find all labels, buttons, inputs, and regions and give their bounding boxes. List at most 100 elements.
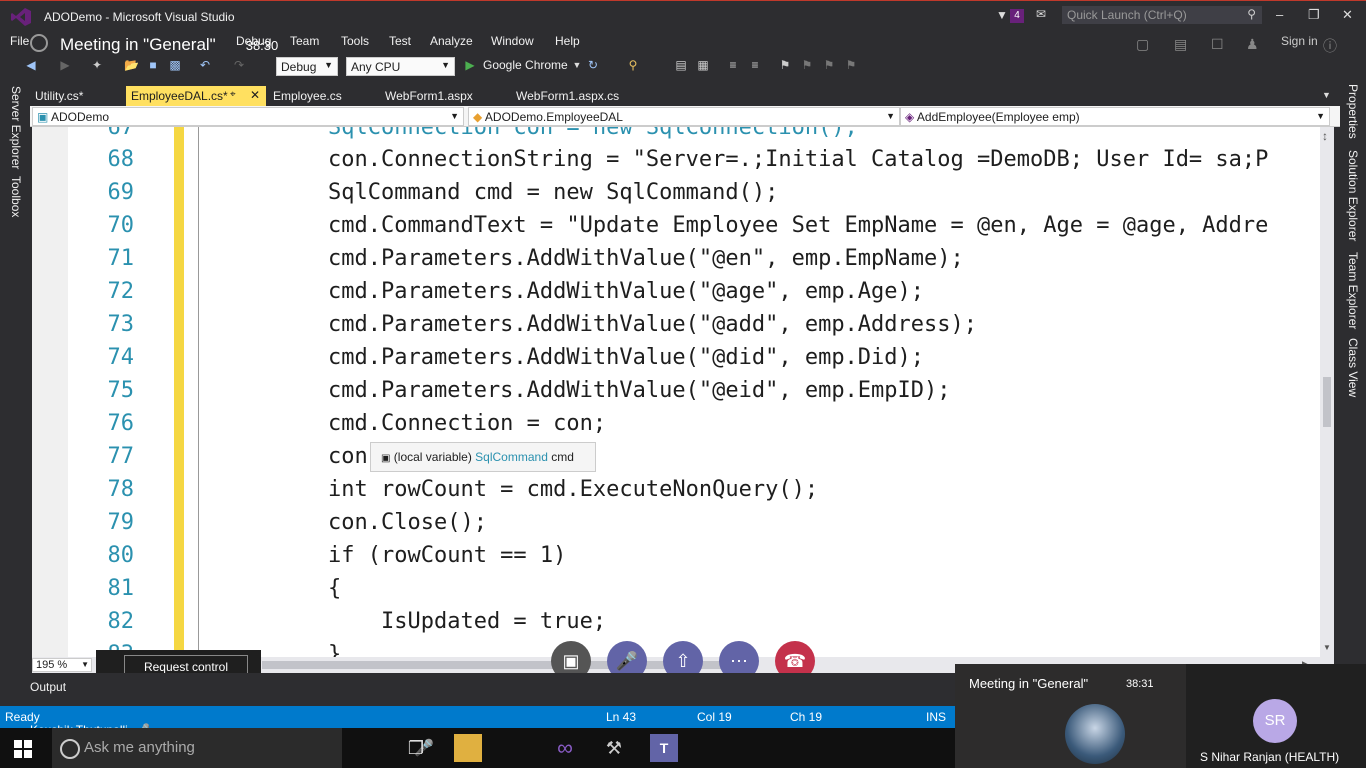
menu-analyze[interactable]: Analyze: [430, 34, 473, 48]
member-value: AddEmployee(Employee emp): [916, 110, 1080, 124]
tab-webform1-aspx-cs[interactable]: WebForm1.aspx.cs: [511, 86, 651, 106]
chevron-down-icon: ▼: [441, 60, 450, 70]
status-state: Ready: [5, 710, 40, 724]
redo-icon[interactable]: ↷: [232, 58, 246, 72]
change-tracking-bar: [174, 127, 184, 657]
tab-utility-cs[interactable]: Utility.cs*: [30, 86, 124, 106]
configuration-value: Debug: [281, 60, 317, 74]
teams-taskbar-icon[interactable]: T: [650, 734, 678, 762]
bookmark-icon[interactable]: ⚑: [778, 58, 792, 72]
tab-employee-cs[interactable]: Employee.cs: [268, 86, 374, 106]
split-icon[interactable]: ↕: [1322, 129, 1328, 143]
chevron-down-icon[interactable]: ▼: [570, 58, 584, 72]
title-bar: ADODemo - Microsoft Visual Studio ▼ 4 ✉ …: [0, 0, 1366, 32]
tab-webform1-aspx[interactable]: WebForm1.aspx: [380, 86, 500, 106]
output-tab[interactable]: Output: [30, 680, 66, 694]
code-line: cmd.Parameters.AddWithValue("@add", emp.…: [328, 312, 978, 337]
visual-studio-taskbar-icon[interactable]: ∞: [551, 734, 579, 762]
class-dropdown[interactable]: ◆ ADODemo.EmployeeDAL ▼: [468, 107, 900, 126]
notification-badge[interactable]: 4: [1010, 9, 1024, 23]
next-bookmark-icon[interactable]: ⚑: [822, 58, 836, 72]
back-icon[interactable]: ◀: [24, 58, 38, 72]
line-number: 73: [107, 312, 135, 337]
forward-icon[interactable]: ▶: [58, 58, 72, 72]
chevron-down-icon[interactable]: ▼: [1322, 90, 1331, 100]
new-project-icon[interactable]: ✦: [90, 58, 104, 72]
platform-value: Any CPU: [351, 60, 401, 74]
left-dock: Server Explorer Toolbox: [0, 80, 30, 706]
project-dropdown[interactable]: ▣ ADODemo ▼: [32, 107, 464, 126]
menu-tools[interactable]: Tools: [341, 34, 369, 48]
menu-help[interactable]: Help: [555, 34, 580, 48]
clear-bookmarks-icon[interactable]: ⚑: [844, 58, 858, 72]
configuration-select[interactable]: Debug ▼: [276, 57, 338, 76]
menu-team[interactable]: Team: [290, 34, 319, 48]
server-explorer-tab[interactable]: Server Explorer: [9, 86, 23, 169]
scrollbar-thumb[interactable]: [1323, 377, 1331, 427]
screen-icon[interactable]: ▢: [1136, 36, 1149, 53]
outdent-icon[interactable]: ≡: [748, 58, 762, 72]
code-line: int rowCount = cmd.ExecuteNonQuery();: [328, 477, 819, 502]
class-view-tab[interactable]: Class View: [1346, 338, 1360, 397]
line-number: 77: [107, 444, 135, 469]
vertical-scrollbar[interactable]: ↕ ▼: [1320, 127, 1334, 657]
pin-icon[interactable]: ⌖: [230, 89, 236, 100]
notes-icon[interactable]: ▤: [1174, 36, 1187, 53]
tab-employeedal-cs[interactable]: EmployeeDAL.cs* ⌖ ✕: [126, 86, 266, 106]
filter-icon[interactable]: ▼: [996, 8, 1008, 22]
menu-test[interactable]: Test: [389, 34, 411, 48]
close-button[interactable]: ✕: [1342, 7, 1353, 23]
indent-icon[interactable]: ≡: [726, 58, 740, 72]
feedback-icon[interactable]: ✉: [1036, 7, 1046, 21]
code-editor[interactable]: 67 SqlConnection con = new SqlConnection…: [32, 127, 1320, 657]
line-number: 82: [107, 609, 135, 634]
chevron-down-icon[interactable]: ▼: [1323, 643, 1331, 652]
line-number: 69: [107, 180, 135, 205]
line-number: 80: [107, 543, 135, 568]
meeting-mini-window[interactable]: Meeting in "General" 38:31 SR S Nihar Ra…: [955, 664, 1366, 768]
toolbox-tab[interactable]: Toolbox: [9, 176, 23, 217]
run-target-label[interactable]: Google Chrome: [483, 58, 568, 72]
windows-start-icon[interactable]: [14, 740, 32, 758]
prev-bookmark-icon[interactable]: ⚑: [800, 58, 814, 72]
tab-label: WebForm1.aspx: [385, 89, 473, 103]
local-variable-icon: ▣: [381, 453, 391, 464]
help-icon[interactable]: ⓘ: [1323, 36, 1337, 56]
menu-window[interactable]: Window: [491, 34, 534, 48]
menu-bar: File Debug Team Tools Test Analyze Windo…: [0, 32, 1366, 54]
member-dropdown[interactable]: ◈ AddEmployee(Employee emp) ▼: [900, 107, 1330, 126]
tools-taskbar-icon[interactable]: ⚒: [600, 734, 628, 762]
chat-icon[interactable]: ☐: [1211, 36, 1224, 53]
participant-name: S Nihar Ranjan (HEALTH): [1200, 750, 1340, 764]
task-view-icon[interactable]: ❐: [402, 734, 430, 762]
zoom-select[interactable]: 195 % ▼: [32, 658, 92, 672]
quick-info-tooltip: ▣ (local variable) SqlCommand cmd: [370, 442, 596, 472]
find-icon[interactable]: ⚲: [626, 58, 640, 72]
participant-tile: SR S Nihar Ranjan (HEALTH): [1186, 664, 1366, 768]
start-debugging-icon[interactable]: ▶: [463, 58, 477, 72]
team-explorer-tab[interactable]: Team Explorer: [1346, 252, 1360, 329]
save-all-icon[interactable]: ▩: [168, 58, 182, 72]
platform-select[interactable]: Any CPU ▼: [346, 57, 455, 76]
save-icon[interactable]: ■: [146, 58, 160, 72]
menu-file[interactable]: File: [10, 34, 29, 48]
sign-in-link[interactable]: Sign in: [1281, 34, 1318, 48]
properties-tab[interactable]: Properties: [1346, 84, 1360, 139]
open-file-icon[interactable]: 📂: [124, 58, 139, 72]
restore-button[interactable]: ❐: [1308, 7, 1320, 23]
minimize-button[interactable]: –: [1276, 7, 1283, 22]
status-col: Col 19: [697, 710, 732, 724]
refresh-icon[interactable]: ↻: [586, 58, 600, 72]
solution-explorer-tab[interactable]: Solution Explorer: [1346, 150, 1360, 241]
line-number: 79: [107, 510, 135, 535]
quick-launch-input[interactable]: Quick Launch (Ctrl+Q) ⚲: [1062, 6, 1262, 24]
file-explorer-icon[interactable]: [454, 734, 482, 762]
participants-icon[interactable]: ♟: [1246, 36, 1259, 53]
undo-icon[interactable]: ↶: [198, 58, 212, 72]
taskbar-search-box[interactable]: Ask me anything 🎤: [52, 728, 434, 768]
horizontal-scrollbar-thumb[interactable]: [262, 661, 732, 669]
properties-icon[interactable]: ▦: [696, 58, 710, 72]
cortana-icon: [60, 739, 80, 759]
toolbox-icon[interactable]: ▤: [674, 58, 688, 72]
close-icon[interactable]: ✕: [250, 88, 260, 102]
